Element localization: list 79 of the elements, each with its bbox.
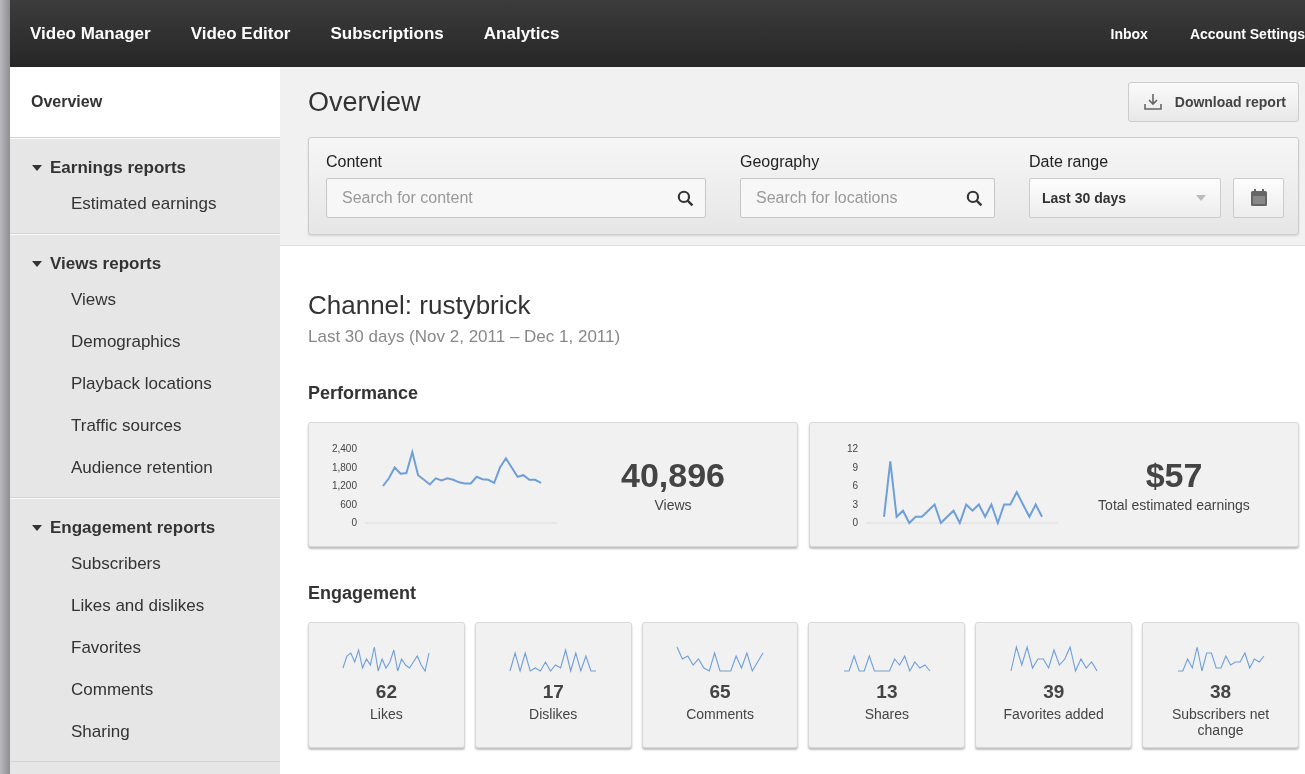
sidebar-item[interactable]: Sharing — [10, 711, 280, 753]
metric-value: 39 — [1043, 681, 1065, 703]
channel-title: Channel: rustybrick — [308, 290, 532, 321]
engagement-card[interactable]: 38 Subscribers net change — [1142, 622, 1299, 748]
metric-label: Likes — [369, 706, 404, 722]
search-field[interactable]: Search for content — [326, 178, 706, 218]
metric-value: 62 — [375, 681, 397, 703]
axis-tick-label: 9 — [852, 461, 858, 472]
group-label: Earnings reports — [50, 158, 187, 178]
axis-tick-label: 0 — [852, 516, 858, 528]
date-range-dropdown[interactable]: Last 30 days — [1029, 178, 1221, 218]
engagement-card[interactable]: 39 Favorites added — [975, 622, 1133, 748]
group-label: Views reports — [50, 254, 162, 274]
metric-value: 40,896 — [620, 456, 726, 495]
sidebar-item[interactable]: Traffic sources — [10, 405, 280, 447]
section-heading: Performance — [308, 383, 420, 404]
sidebar-item[interactable]: Overview — [10, 67, 280, 138]
engagement-card[interactable]: 13 Shares — [808, 622, 966, 748]
caret-icon — [32, 165, 42, 171]
page-title: Overview — [308, 86, 421, 118]
metric-label: Dislikes — [528, 706, 579, 722]
date-subtitle: Last 30 days (Nov 2, 2011 – Dec 1, 2011) — [308, 327, 622, 347]
nav-link[interactable]: Subscriptions — [330, 23, 444, 44]
search-icon — [677, 190, 694, 207]
sidebar-group-toggle[interactable]: Earnings reports — [10, 153, 280, 183]
nav-link[interactable]: Video Editor — [190, 23, 291, 44]
search-icon — [966, 190, 983, 207]
calendar-button[interactable] — [1233, 178, 1284, 218]
sidebar-item[interactable]: Comments — [10, 669, 280, 711]
download-report-button[interactable]: Download report — [1127, 82, 1299, 122]
axis-tick-label: 600 — [340, 498, 357, 509]
engagement-card[interactable]: 65 Comments — [641, 622, 799, 748]
sidebar-group-toggle[interactable]: Views reports — [10, 249, 280, 279]
sidebar-item[interactable]: Estimated earnings — [10, 183, 280, 225]
nav-link[interactable]: Inbox — [1110, 25, 1148, 42]
download-icon — [1142, 93, 1163, 111]
metric-label: Comments — [685, 706, 755, 722]
metric-value: 13 — [876, 681, 898, 703]
metric-value: $57 — [1144, 456, 1204, 495]
nav-link[interactable]: Video Manager — [30, 23, 151, 44]
sidebar-item[interactable]: Demographics — [10, 321, 280, 363]
metric-label: Total estimated earnings — [1097, 497, 1251, 513]
group-label: Engagement reports — [50, 518, 216, 538]
sidebar-item[interactable]: Playback locations — [10, 363, 280, 405]
caret-icon — [1196, 195, 1206, 201]
field-label: Date range — [1029, 153, 1110, 171]
engagement-card[interactable]: 17 Dislikes — [474, 622, 632, 748]
nav-link[interactable]: Analytics — [483, 23, 560, 44]
axis-tick-label: 2,400 — [331, 442, 357, 454]
axis-tick-label: 12 — [846, 442, 858, 454]
caret-icon — [32, 525, 42, 531]
field-label: Geography — [740, 153, 821, 171]
metric-value: 38 — [1210, 681, 1232, 703]
metric-value: 65 — [709, 681, 731, 703]
section-heading: Engagement — [308, 583, 418, 604]
sidebar-item[interactable]: Audience retention — [10, 447, 280, 489]
axis-tick-label: 0 — [351, 516, 357, 528]
metric-label: Subscribers net change — [1170, 706, 1271, 738]
sidebar-item[interactable]: Subscribers — [10, 543, 280, 585]
sidebar-group-toggle[interactable]: Engagement reports — [10, 513, 280, 543]
axis-tick-label: 6 — [852, 479, 858, 491]
performance-card[interactable]: 0 3 6 9 12 $57 Total estimated earnings — [809, 422, 1299, 547]
field-label: Content — [326, 153, 384, 171]
nav-link[interactable]: Account Settings — [1189, 25, 1305, 42]
search-field[interactable]: Search for locations — [740, 178, 995, 218]
axis-tick-label: 3 — [852, 498, 858, 509]
calendar-icon — [1248, 188, 1269, 208]
metric-label: Favorites added — [1002, 706, 1105, 722]
sidebar-item[interactable]: Views — [10, 279, 280, 321]
sidebar-item[interactable]: Likes and dislikes — [10, 585, 280, 627]
axis-tick-label: 1,800 — [331, 461, 357, 472]
metric-value: 17 — [542, 681, 564, 703]
axis-tick-label: 1,200 — [331, 479, 357, 491]
sidebar-item[interactable]: Favorites — [10, 627, 280, 669]
metric-label: Views — [653, 497, 693, 513]
metric-label: Shares — [863, 706, 911, 722]
engagement-card[interactable]: 62 Likes — [308, 622, 465, 748]
performance-card[interactable]: 0 600 1,200 1,800 2,400 40,896 Views — [308, 422, 798, 547]
caret-icon — [32, 261, 42, 267]
